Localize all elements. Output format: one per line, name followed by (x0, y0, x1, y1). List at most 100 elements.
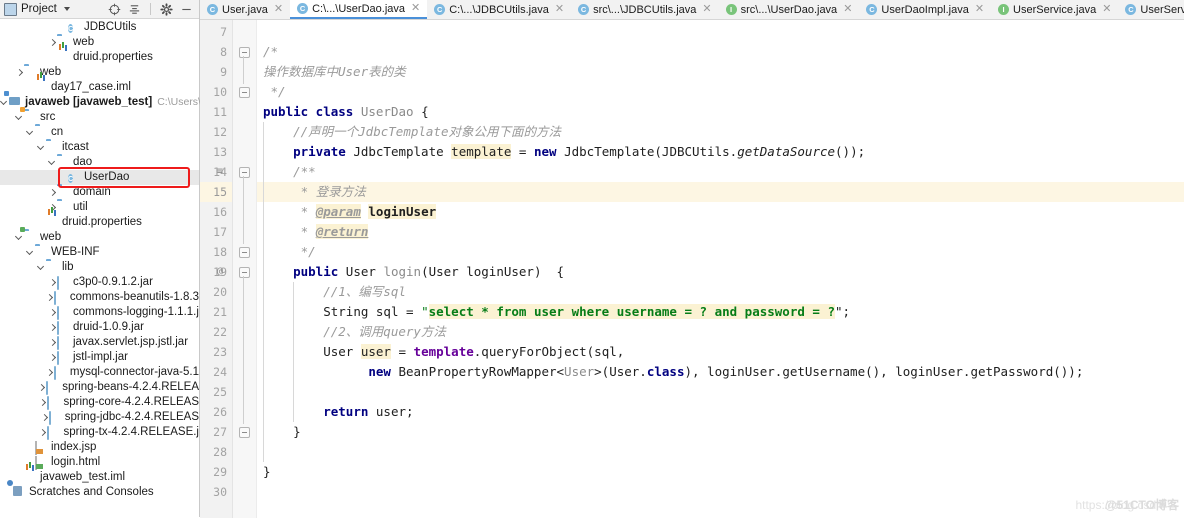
chevron-right-icon[interactable] (38, 395, 47, 410)
tree-item[interactable]: spring-core-4.2.4.RELEAS (0, 395, 199, 410)
editor-tab[interactable]: C UserDaoImpl.java ✕ (859, 0, 992, 19)
locate-icon[interactable] (108, 3, 121, 16)
chevron-right-icon[interactable] (48, 35, 57, 50)
project-tab[interactable]: Project (4, 2, 70, 16)
editor-tab[interactable]: C C:\...\UserDao.java ✕ (290, 0, 428, 19)
code-line[interactable]: //2、调用query方法 (257, 322, 1184, 342)
tree-item[interactable]: dao (0, 155, 199, 170)
chevron-right-icon[interactable] (45, 365, 54, 380)
tree-item[interactable]: commons-beanutils-1.8.3 (0, 290, 199, 305)
chevron-right-icon[interactable] (40, 410, 49, 425)
editor-tab[interactable]: I UserService.java ✕ (991, 0, 1119, 19)
code-line[interactable]: 操作数据库中User表的类 (257, 62, 1184, 82)
tree-item[interactable]: jstl-impl.jar (0, 350, 199, 365)
tree-item[interactable]: druid-1.0.9.jar (0, 320, 199, 335)
chevron-down-icon[interactable] (15, 110, 24, 125)
chevron-down-icon[interactable] (63, 7, 70, 11)
code-line[interactable]: * @param loginUser (257, 202, 1184, 222)
code-line[interactable]: private JdbcTemplate template = new Jdbc… (257, 142, 1184, 162)
tree-item[interactable]: javaweb_test.iml (0, 470, 199, 485)
code-line[interactable]: * @return (257, 222, 1184, 242)
chevron-right-icon[interactable] (38, 425, 47, 440)
chevron-down-icon[interactable] (48, 155, 57, 170)
tree-item[interactable]: web (0, 35, 199, 50)
editor-tab-bar[interactable]: C User.java ✕ C C:\...\UserDao.java ✕ C C:\...\… (200, 0, 1184, 20)
tree-item[interactable]: lib (0, 260, 199, 275)
tree-item[interactable]: itcast (0, 140, 199, 155)
tree-item[interactable]: cn (0, 125, 199, 140)
code-line[interactable]: String sql = "select * from user where u… (257, 302, 1184, 322)
tree-item[interactable]: login.html (0, 455, 199, 470)
code-line[interactable] (257, 382, 1184, 402)
tree-item[interactable]: src (0, 110, 199, 125)
tree-item[interactable]: druid.properties (0, 215, 199, 230)
code-line[interactable]: /* (257, 42, 1184, 62)
code-area[interactable]: 7 8 9 10 11 12 13 14 15 16 17 18 19 20 21 22 23 24 25 26 27 2… (200, 20, 1184, 518)
fold-toggle-icon[interactable] (239, 267, 250, 278)
tree-item[interactable]: mysql-connector-java-5.1 (0, 365, 199, 380)
chevron-down-icon[interactable] (26, 125, 35, 140)
tree-item[interactable]: domain (0, 185, 199, 200)
code-line[interactable]: public class UserDao { (257, 102, 1184, 122)
chevron-down-icon[interactable] (0, 95, 9, 110)
fold-toggle-icon[interactable] (239, 427, 250, 438)
code-line[interactable]: */ (257, 82, 1184, 102)
chevron-down-icon[interactable] (37, 260, 46, 275)
editor-tab[interactable]: CUserServiceImpl.java✕ (1118, 0, 1184, 19)
chevron-right-icon[interactable] (48, 305, 57, 320)
tree-item[interactable]: WEB-INF (0, 245, 199, 260)
tree-item[interactable]: util (0, 200, 199, 215)
code-line[interactable]: User user = template.queryForObject(sql, (257, 342, 1184, 362)
chevron-right-icon[interactable] (45, 290, 54, 305)
close-icon[interactable]: ✕ (555, 4, 564, 15)
tree-item[interactable]: c3p0-0.9.1.2.jar (0, 275, 199, 290)
editor-tab[interactable]: Isrc\...\UserDao.java ✕ (718, 0, 860, 19)
chevron-down-icon[interactable] (15, 230, 24, 245)
fold-toggle-icon[interactable] (239, 247, 250, 258)
annotation-gutter-icon[interactable]: @ (217, 266, 223, 277)
code-line[interactable]: } (257, 422, 1184, 442)
editor-tab[interactable]: C C:\...\JDBCUtils.java ✕ (427, 0, 572, 19)
tree-item[interactable]: C JDBCUtils (0, 20, 199, 35)
tree-item[interactable]: C UserDao (0, 170, 199, 185)
tree-item[interactable]: spring-tx-4.2.4.RELEASE.j (0, 425, 199, 440)
tree-item[interactable]: javax.servlet.jsp.jstl.jar (0, 335, 199, 350)
editor-tab[interactable]: Csrc\...\JDBCUtils.java ✕ (571, 0, 719, 19)
chevron-down-icon[interactable] (26, 245, 35, 260)
chevron-down-icon[interactable] (37, 140, 46, 155)
gear-icon[interactable] (160, 2, 173, 16)
code-line[interactable]: } (257, 462, 1184, 482)
code-line[interactable] (257, 482, 1184, 502)
tree-item[interactable]: Scratches and Consoles (0, 485, 199, 500)
tree-item[interactable]: web (0, 65, 199, 80)
javadoc-gutter-icon[interactable]: ≡ (217, 166, 223, 177)
code-line[interactable]: //声明一个JdbcTemplate对象公用下面的方法 (257, 122, 1184, 142)
code-line[interactable]: /** (257, 162, 1184, 182)
tree-item[interactable]: druid.properties (0, 50, 199, 65)
project-tree[interactable]: C JDBCUtils web druid.properties web day17_ca… (0, 19, 224, 500)
fold-toggle-icon[interactable] (239, 167, 250, 178)
close-icon[interactable]: ✕ (843, 4, 852, 15)
fold-toggle-icon[interactable] (239, 87, 250, 98)
tree-item[interactable]: web (0, 230, 199, 245)
close-icon[interactable]: ✕ (274, 4, 283, 15)
close-icon[interactable]: ✕ (975, 4, 984, 15)
collapse-all-icon[interactable] (128, 3, 141, 16)
close-icon[interactable]: ✕ (411, 3, 420, 14)
chevron-right-icon[interactable] (15, 65, 24, 80)
code-content[interactable]: /* 操作数据库中User表的类 */public class UserDao {… (257, 20, 1184, 518)
code-line[interactable]: */ (257, 242, 1184, 262)
code-line[interactable] (257, 442, 1184, 462)
code-line[interactable]: * 登录方法 (257, 182, 1184, 202)
chevron-right-icon[interactable] (48, 185, 57, 200)
chevron-right-icon[interactable] (37, 380, 46, 395)
editor-tab[interactable]: C User.java ✕ (200, 0, 291, 19)
close-icon[interactable]: ✕ (702, 4, 711, 15)
chevron-right-icon[interactable] (48, 335, 57, 350)
hide-panel-icon[interactable] (180, 3, 193, 16)
code-line[interactable]: return user; (257, 402, 1184, 422)
tree-item[interactable]: spring-beans-4.2.4.RELEA (0, 380, 199, 395)
code-line[interactable]: public User login(User loginUser) { (257, 262, 1184, 282)
tree-item[interactable]: spring-jdbc-4.2.4.RELEAS (0, 410, 199, 425)
close-icon[interactable]: ✕ (1102, 4, 1111, 15)
